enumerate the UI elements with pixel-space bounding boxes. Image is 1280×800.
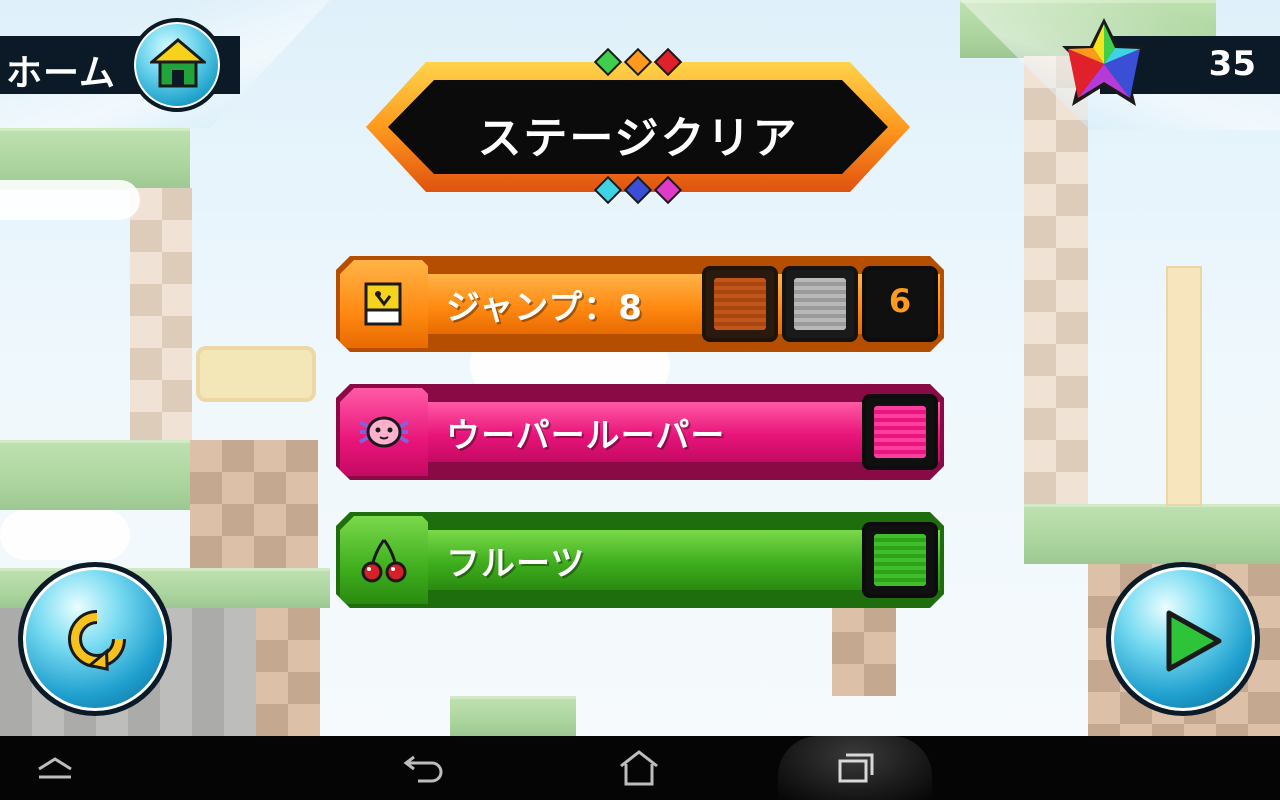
bronze-medal-icon	[702, 266, 778, 342]
axolotl-icon	[356, 404, 412, 460]
mission-label-axolotl: ウーパールーパー	[446, 416, 726, 456]
stage-clear-title: ステージクリア	[477, 113, 799, 164]
mission-label-fruit: フルーツ	[446, 544, 586, 584]
home-label: ホーム	[6, 53, 116, 94]
stage-clear-banner: ステージクリア	[366, 47, 910, 208]
axolotl-medal-icon	[862, 394, 938, 470]
gem-count: 35	[1208, 44, 1256, 84]
cherry-icon	[356, 532, 412, 588]
row-band	[340, 530, 940, 590]
jump-count: 6	[888, 282, 912, 320]
house-icon	[150, 38, 206, 88]
play-icon	[1166, 610, 1222, 672]
mission-row-fruit: フルーツ	[336, 512, 944, 608]
menu-up-icon[interactable]	[30, 736, 80, 800]
recents-icon[interactable]	[828, 736, 884, 800]
retry-button[interactable]	[18, 562, 172, 716]
silver-medal-icon	[782, 266, 858, 342]
retry-icon	[68, 610, 126, 671]
home-nav-icon[interactable]	[612, 736, 666, 800]
fruit-medal-icon	[862, 522, 938, 598]
mission-label-jump: ジャンプ：8	[446, 288, 643, 328]
jump-count-box: 6	[862, 266, 938, 342]
mission-row-axolotl: ウーパールーパー	[336, 384, 944, 480]
next-button[interactable]	[1106, 562, 1260, 716]
back-icon[interactable]	[396, 736, 452, 800]
rainbow-star-icon	[1060, 16, 1148, 116]
mission-row-jump: ジャンプ：8 6	[336, 256, 944, 352]
home-button[interactable]	[130, 18, 224, 112]
jump-card-icon	[356, 276, 412, 332]
